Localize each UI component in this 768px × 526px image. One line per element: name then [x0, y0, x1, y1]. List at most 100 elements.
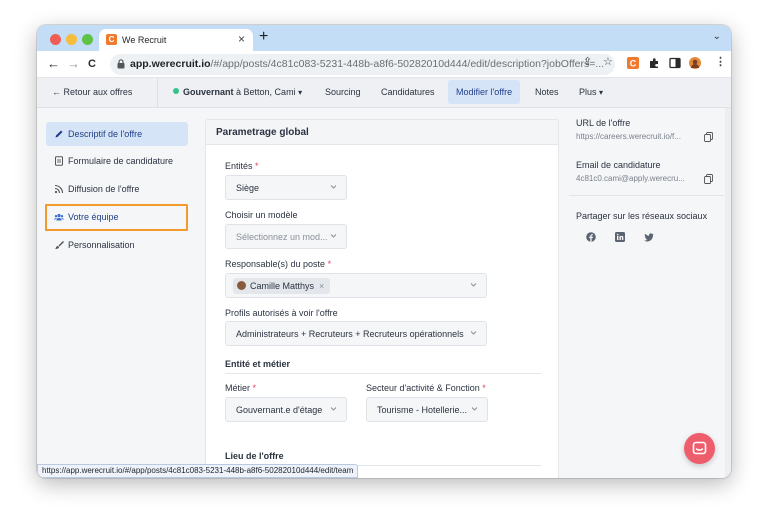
email-label: Email de candidature	[576, 160, 661, 170]
status-bar-url: https://app.werecruit.io/#/app/posts/4c8…	[37, 464, 359, 478]
reload-icon[interactable]: C	[88, 56, 96, 72]
avatar	[237, 281, 246, 290]
back-icon[interactable]: ←	[47, 56, 60, 72]
profile-avatar-icon[interactable]	[689, 57, 701, 69]
lieu-heading: Lieu de l'offre	[225, 451, 284, 461]
close-window-button[interactable]	[50, 34, 61, 45]
parametrage-panel: Parametrage global Entités * Siège Chois…	[205, 119, 559, 478]
chevron-down-icon	[330, 407, 337, 411]
copy-icon[interactable]	[704, 174, 713, 184]
back-to-offers-link[interactable]: ← Retour aux offres	[52, 87, 132, 97]
maximize-window-button[interactable]	[82, 34, 93, 45]
sidebar-item-label: Descriptif de l'offre	[68, 129, 143, 139]
secteur-select[interactable]: Tourisme - Hotellerie...	[366, 397, 488, 422]
remove-chip-icon[interactable]: ×	[319, 281, 324, 291]
chevron-down-icon: ▾	[298, 88, 303, 97]
job-title: Gouvernant	[183, 87, 234, 97]
chevron-down-icon: ▾	[599, 88, 604, 97]
browser-menu-icon[interactable]: ⋮	[715, 55, 726, 68]
modele-placeholder: Sélectionnez un mod...	[236, 232, 328, 242]
page-scrollbar[interactable]	[725, 108, 731, 478]
rss-icon	[54, 184, 64, 194]
job-selector[interactable]: Gouvernant à Betton, Cami ▾	[173, 87, 302, 97]
twitter-icon[interactable]	[644, 232, 654, 242]
tab-sourcing[interactable]: Sourcing	[325, 87, 361, 97]
chat-icon	[692, 441, 707, 455]
secteur-value: Tourisme - Hotellerie...	[377, 405, 468, 415]
sidepanel-icon[interactable]	[669, 57, 681, 69]
tab-plus[interactable]: Plus ▾	[579, 87, 603, 97]
tab-notes[interactable]: Notes	[535, 87, 559, 97]
email-value: 4c81c0.cami@apply.werecru...	[576, 174, 685, 183]
metier-select[interactable]: Gouvernant.e d'étage	[225, 397, 347, 422]
modele-select[interactable]: Sélectionnez un mod...	[225, 224, 347, 249]
job-location: à Betton, Cami	[236, 87, 296, 97]
new-tab-button[interactable]: +	[259, 28, 268, 46]
chevron-down-icon	[470, 331, 477, 335]
sidebar-item-personnalisation[interactable]: Personnalisation	[46, 233, 188, 257]
chat-launcher-button[interactable]	[684, 433, 715, 464]
copy-icon[interactable]	[704, 132, 713, 142]
app-header: ← Retour aux offres Gouvernant à Betton,…	[37, 78, 731, 108]
tab-candidatures[interactable]: Candidatures	[381, 87, 435, 97]
responsables-select[interactable]: Camille Matthys ×	[225, 273, 487, 298]
sidebar-item-diffusion[interactable]: Diffusion de l'offre	[46, 177, 188, 201]
chevron-down-icon	[330, 234, 337, 238]
sidebar-item-label: Personnalisation	[68, 240, 135, 250]
tab-title: We Recruit	[122, 35, 167, 45]
panel-header: Parametrage global	[206, 120, 558, 145]
entites-label: Entités *	[225, 161, 259, 171]
url-text: app.werecruit.io/#/app/posts/4c81c083-52…	[130, 58, 605, 70]
metier-value: Gouvernant.e d'étage	[236, 405, 323, 415]
favicon-icon: C	[106, 34, 117, 45]
address-bar[interactable]: app.werecruit.io/#/app/posts/4c81c083-52…	[110, 54, 615, 75]
sidebar-item-formulaire[interactable]: Formulaire de candidature	[46, 149, 188, 173]
header-divider	[157, 78, 158, 108]
chevron-down-icon	[471, 407, 478, 411]
tab-search-icon[interactable]: ⌄	[713, 31, 721, 42]
forward-icon[interactable]: →	[67, 56, 80, 72]
pencil-icon	[55, 130, 63, 138]
tab-modifier-offre[interactable]: Modifier l'offre	[448, 80, 521, 104]
profils-label: Profils autorisés à voir l'offre	[225, 308, 338, 318]
share-label: Partager sur les réseaux sociaux	[576, 211, 708, 221]
browser-tab[interactable]: C We Recruit ×	[99, 29, 253, 51]
right-divider	[569, 195, 724, 196]
profils-value: Administrateurs + Recruteurs + Recruteur…	[236, 329, 464, 339]
responsable-chip: Camille Matthys ×	[233, 278, 331, 294]
browser-window: C We Recruit × + ⌄ ← → C app.werecruit.i…	[37, 25, 731, 478]
extensions-puzzle-icon[interactable]	[648, 57, 660, 69]
metier-label: Métier *	[225, 383, 257, 393]
minimize-window-button[interactable]	[66, 34, 77, 45]
svg-text:C: C	[630, 59, 637, 69]
profils-select[interactable]: Administrateurs + Recruteurs + Recruteur…	[225, 321, 487, 346]
responsables-label: Responsable(s) du poste *	[225, 259, 332, 269]
sidebar-item-label: Diffusion de l'offre	[68, 184, 140, 194]
entites-value: Siège	[236, 183, 260, 193]
linkedin-icon[interactable]	[615, 232, 625, 242]
highlight-box	[45, 204, 188, 231]
sidebar-item-label: Formulaire de candidature	[68, 156, 174, 166]
lock-icon	[117, 59, 125, 69]
chevron-down-icon	[470, 283, 477, 287]
sidebar-item-descriptif[interactable]: Descriptif de l'offre	[46, 122, 188, 146]
bookmark-star-icon[interactable]: ☆	[603, 55, 613, 68]
section-divider	[225, 373, 541, 374]
url-offre-label: URL de l'offre	[576, 118, 631, 128]
browser-toolbar: ← → C app.werecruit.io/#/app/posts/4c81c…	[37, 51, 731, 78]
werecruit-extension-icon[interactable]: C	[627, 57, 639, 69]
entites-select[interactable]: Siège	[225, 175, 347, 200]
share-icon[interactable]: ⇪	[583, 55, 592, 68]
tab-strip: C We Recruit × + ⌄	[37, 25, 731, 51]
modele-label: Choisir un modèle	[225, 210, 298, 220]
secteur-label: Secteur d'activité & Fonction *	[366, 383, 486, 393]
form-icon	[55, 156, 63, 166]
entite-metier-heading: Entité et métier	[225, 359, 291, 369]
brush-icon	[55, 241, 64, 249]
panel-title: Parametrage global	[216, 127, 309, 138]
tab-close-icon[interactable]: ×	[238, 32, 245, 46]
url-offre-value: https://careers.werecruit.io/f...	[576, 132, 681, 141]
chevron-down-icon	[330, 185, 337, 189]
facebook-icon[interactable]	[586, 232, 596, 242]
status-dot-icon	[173, 88, 179, 94]
